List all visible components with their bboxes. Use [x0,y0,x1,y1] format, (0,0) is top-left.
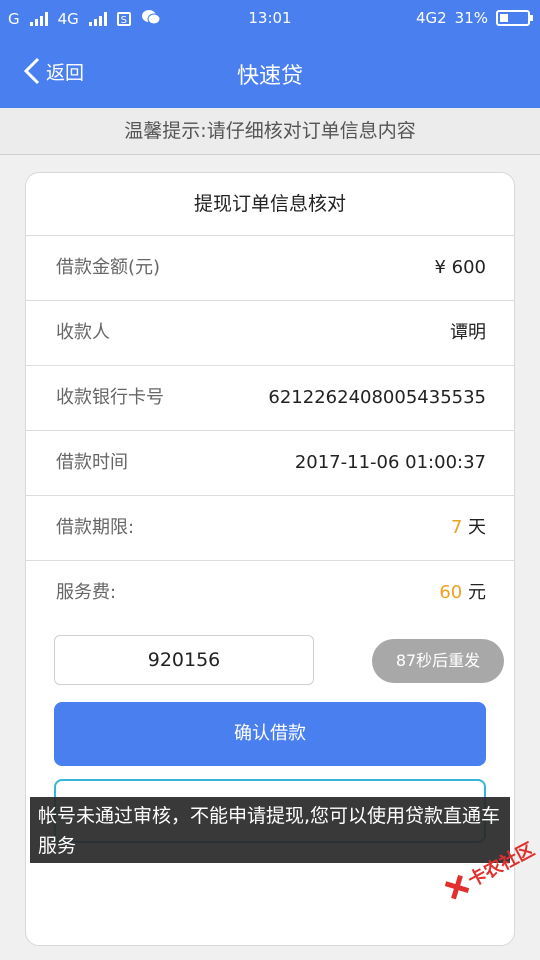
loan-term-value: 7 天 [451,496,486,560]
row-label: 服务费: [56,582,117,603]
row-label: 收款人 [56,322,110,343]
nav-bar: 返回 快速贷 [0,36,540,108]
loan-term-number: 7 [450,517,463,538]
service-fee-unit: 元 [468,582,486,603]
payee-value: 谭明 [450,322,486,343]
status-right: 4G2 31% [415,9,533,27]
verification-code-input[interactable] [54,635,314,685]
row-service-fee: 服务费: 60 元 [26,561,514,625]
battery-icon [496,10,533,26]
loan-time-value: 2017-11-06 01:00:37 [294,452,486,473]
row-label: 借款金额(元) [56,257,161,278]
tip-banner: 温馨提示:请仔细核对订单信息内容 [0,108,540,155]
service-fee-value: 60 元 [439,561,486,625]
battery-fill [500,14,508,22]
row-label: 借款时间 [56,452,128,473]
resend-code-button[interactable]: 87秒后重发 [372,639,504,683]
network-label: 4G2 [415,9,447,27]
card-title: 提现订单信息核对 [26,173,514,236]
error-toast: 帐号未通过审核，不能申请提现,您可以使用贷款直通车服务 [30,797,510,863]
battery-percent: 31% [454,9,488,27]
status-bar: G 4G S 13:01 4G2 31% [0,0,540,36]
row-label: 借款期限: [56,517,135,538]
page-title: 快速贷 [236,64,303,89]
row-loan-term: 借款期限: 7 天 [26,496,514,561]
row-loan-amount: 借款金额(元) ¥ 600 [26,236,514,301]
row-label: 收款银行卡号 [56,387,164,408]
loan-amount-value: ¥ 600 [434,257,486,278]
loan-term-unit: 天 [468,517,486,538]
row-loan-time: 借款时间 2017-11-06 01:00:37 [26,431,514,496]
confirm-loan-button[interactable]: 确认借款 [54,702,486,766]
row-payee: 收款人 谭明 [26,301,514,366]
service-fee-number: 60 [439,582,463,603]
bank-card-value: 6212262408005435535 [268,387,486,408]
row-bank-card: 收款银行卡号 6212262408005435535 [26,366,514,431]
